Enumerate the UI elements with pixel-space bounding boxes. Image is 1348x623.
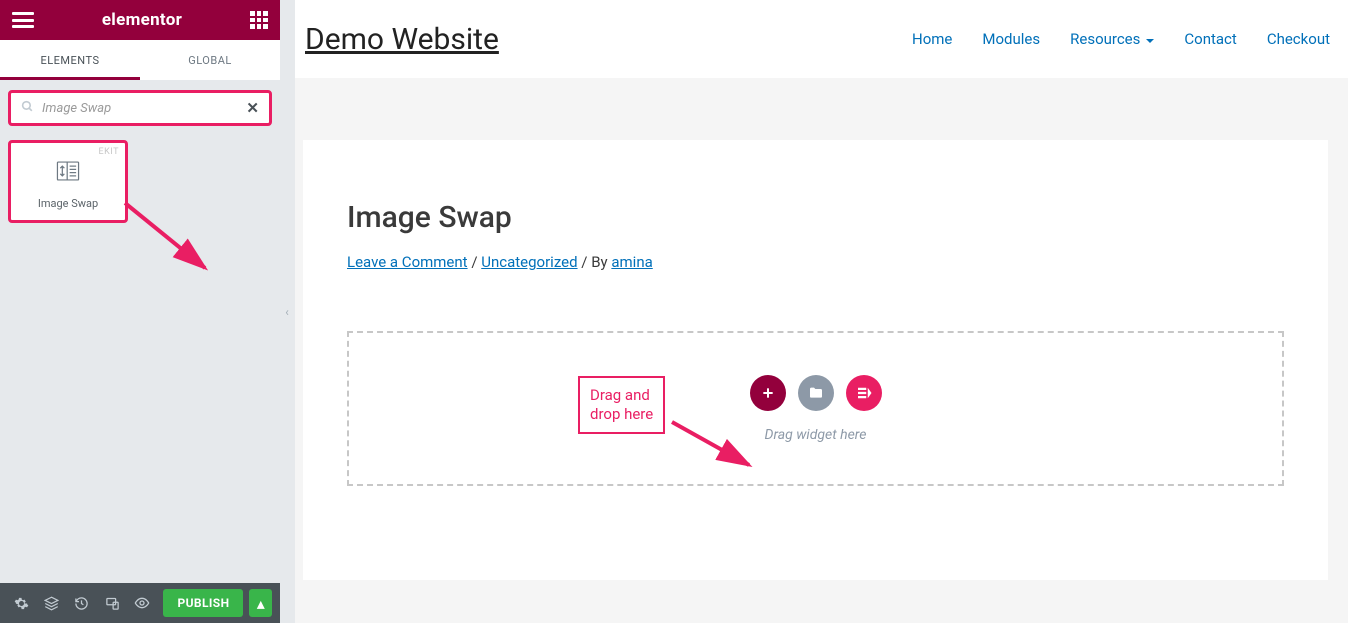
add-section-button[interactable] — [750, 375, 786, 411]
responsive-icon[interactable] — [99, 589, 125, 617]
meta-author[interactable]: amina — [611, 253, 652, 271]
site-header: Demo Website Home Modules Resources Cont… — [295, 0, 1348, 78]
dropzone[interactable]: Drag widget here — [347, 331, 1284, 486]
bottom-bar: PUBLISH ▴ — [0, 583, 280, 623]
history-icon[interactable] — [69, 589, 95, 617]
nav-home[interactable]: Home — [912, 30, 952, 48]
ekit-library-button[interactable] — [846, 375, 882, 411]
publish-button[interactable]: PUBLISH — [163, 589, 243, 617]
apps-grid-icon[interactable] — [250, 11, 268, 29]
nav-contact[interactable]: Contact — [1184, 30, 1236, 48]
widget-list: EKIT Image Swap — [0, 132, 280, 231]
search-box[interactable]: ✕ — [8, 90, 272, 126]
settings-icon[interactable] — [8, 589, 34, 617]
page-content: Image Swap Leave a Comment / Uncategoriz… — [303, 140, 1328, 580]
dropzone-buttons — [750, 375, 882, 411]
search-input[interactable] — [42, 101, 238, 116]
elementor-sidebar: elementor ELEMENTS GLOBAL ✕ EKIT — [0, 0, 280, 623]
dropzone-hint: Drag widget here — [765, 427, 867, 443]
preview-icon[interactable] — [129, 589, 155, 617]
tab-elements[interactable]: ELEMENTS — [0, 40, 140, 80]
tab-global[interactable]: GLOBAL — [140, 40, 280, 80]
publish-options-icon[interactable]: ▴ — [249, 589, 272, 617]
widget-badge: EKIT — [99, 147, 119, 157]
image-swap-icon — [54, 157, 82, 185]
meta-comment[interactable]: Leave a Comment — [347, 253, 468, 271]
template-library-button[interactable] — [798, 375, 834, 411]
widget-label: Image Swap — [19, 197, 117, 210]
meta-category[interactable]: Uncategorized — [481, 253, 577, 271]
annotation-drop-here: Drag and drop here — [578, 376, 665, 434]
menu-icon[interactable] — [12, 12, 34, 28]
navigator-icon[interactable] — [38, 589, 64, 617]
sidebar-tabs: ELEMENTS GLOBAL — [0, 40, 280, 80]
preview-canvas: Demo Website Home Modules Resources Cont… — [295, 0, 1348, 623]
nav-checkout[interactable]: Checkout — [1267, 30, 1330, 48]
widget-image-swap[interactable]: EKIT Image Swap — [8, 140, 128, 223]
page-meta: Leave a Comment / Uncategorized / By ami… — [347, 253, 1284, 271]
nav-modules[interactable]: Modules — [982, 30, 1040, 48]
site-nav: Home Modules Resources Contact Checkout — [912, 30, 1330, 48]
site-title[interactable]: Demo Website — [305, 22, 499, 57]
sidebar-header: elementor — [0, 0, 280, 40]
search-wrap: ✕ — [0, 80, 280, 132]
search-icon — [21, 100, 34, 117]
collapse-sidebar-icon[interactable]: ‹ — [280, 292, 294, 332]
brand-label: elementor — [102, 10, 182, 30]
page-title: Image Swap — [347, 200, 1284, 235]
nav-resources[interactable]: Resources — [1070, 30, 1154, 48]
clear-search-icon[interactable]: ✕ — [246, 99, 259, 117]
